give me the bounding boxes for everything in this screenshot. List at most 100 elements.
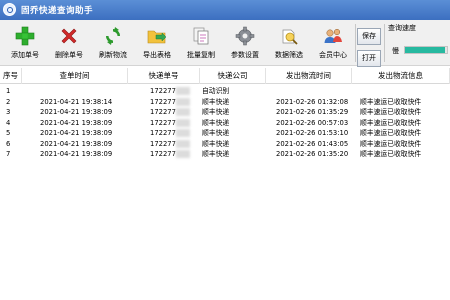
redacted-tracking-blur (176, 118, 190, 127)
cell-ship-time: 2021-02-26 01:32:08 (276, 97, 349, 106)
filter-icon (282, 29, 298, 45)
cell-courier: 顺丰快递 (202, 150, 230, 158)
cell-ship-info: 顺丰速运已收取快件 (360, 118, 422, 127)
col-header-query-time[interactable]: 查单时间 (22, 68, 128, 84)
delete-x-icon (61, 28, 77, 44)
cell-courier: 顺丰快递 (202, 129, 230, 137)
cell-courier: 顺丰快递 (202, 97, 230, 106)
cell-ship-time (276, 86, 352, 96)
copy-icon (193, 27, 209, 45)
cell-tracking-number: 172277 (150, 87, 176, 95)
cell-query-time: 2021-04-21 19:38:14 (40, 97, 113, 106)
cell-no: 2 (6, 97, 11, 106)
cell-ship-info: 顺丰速运已收取快件 (360, 97, 422, 106)
open-button[interactable]: 打开 (357, 50, 381, 67)
export-table-label: 导出表格 (143, 51, 171, 59)
users-icon (324, 28, 342, 43)
cell-ship-time: 2021-02-26 00:57:03 (276, 118, 349, 127)
cell-query-time: 2021-04-21 19:38:09 (40, 129, 113, 137)
cell-ship-info: 顺丰速运已收取快件 (360, 139, 422, 148)
cell-no: 1 (6, 87, 11, 95)
cell-tracking-number: 172277 (150, 118, 176, 127)
table-row[interactable]: 6 2021-04-21 19:38:09 172277 顺丰快递 2021-02-26… (0, 139, 450, 149)
redacted-tracking-blur (176, 139, 190, 148)
app-search-icon (3, 3, 16, 16)
cell-courier: 自动识别 (202, 87, 230, 95)
gear-icon (235, 26, 255, 46)
member-center-button[interactable]: 会员中心 (310, 22, 354, 64)
table-header: 序号 查单时间 快递单号 快递公司 发出物流时间 发出物流信息 (0, 68, 450, 84)
redacted-tracking-blur (176, 87, 190, 95)
save-button[interactable]: 保存 (357, 28, 381, 45)
speed-slow-label: 慢 (392, 47, 399, 55)
title-bar: 固乔快递查询助手 (0, 0, 450, 20)
redacted-tracking-blur (176, 150, 190, 158)
toolbar-separator (355, 24, 356, 62)
cell-tracking-number: 172277 (150, 150, 176, 158)
delete-tracking-label: 删除单号 (55, 51, 83, 59)
add-tracking-label: 添加单号 (11, 51, 39, 59)
export-table-button[interactable]: 导出表格 (134, 22, 178, 64)
cell-tracking-number: 172277 (150, 139, 176, 148)
cell-ship-info (360, 86, 450, 96)
table-row[interactable]: 1 172277 自动识别 (0, 86, 450, 96)
cell-ship-time: 2021-02-26 01:35:20 (276, 150, 349, 158)
delete-tracking-button[interactable]: 删除单号 (46, 22, 90, 64)
cell-query-time: 2021-04-21 19:38:09 (40, 118, 113, 127)
cell-courier: 顺丰快递 (202, 118, 230, 127)
cell-no: 7 (6, 150, 11, 158)
add-tracking-button[interactable]: 添加单号 (2, 22, 46, 64)
cell-no: 5 (6, 129, 11, 137)
redacted-tracking-blur (176, 97, 190, 106)
cell-tracking-number: 172277 (150, 108, 176, 116)
redacted-tracking-blur (176, 108, 190, 116)
window-title: 固乔快递查询助手 (21, 6, 94, 16)
col-header-ship-info[interactable]: 发出物流信息 (352, 68, 450, 84)
redacted-tracking-blur (176, 129, 190, 137)
table-row[interactable]: 5 2021-04-21 19:38:09 172277 顺丰快递 2021-02-26… (0, 128, 450, 138)
refresh-icon (106, 27, 120, 45)
table-row[interactable]: 4 2021-04-21 19:38:09 172277 顺丰快递 2021-02-26… (0, 118, 450, 128)
data-filter-button[interactable]: 数据筛选 (266, 22, 310, 64)
cell-query-time: 2021-04-21 19:38:09 (40, 108, 113, 116)
batch-copy-button[interactable]: 批量复制 (178, 22, 222, 64)
data-filter-label: 数据筛选 (275, 51, 303, 59)
query-speed-slider[interactable] (404, 46, 448, 54)
batch-copy-label: 批量复制 (187, 51, 215, 59)
cell-tracking-number: 172277 (150, 129, 176, 137)
cell-query-time: 2021-04-21 19:38:09 (40, 139, 113, 148)
cell-ship-info: 顺丰速运已收取快件 (360, 150, 422, 158)
member-center-label: 会员中心 (319, 51, 347, 59)
toolbar-separator (384, 24, 385, 62)
table-row[interactable]: 2 2021-04-21 19:38:14 172277 顺丰快递 2021-02-26… (0, 97, 450, 107)
cell-no: 4 (6, 118, 11, 127)
cell-ship-time: 2021-02-26 01:43:05 (276, 139, 349, 148)
cell-no: 6 (6, 139, 11, 148)
results-table: 序号 查单时间 快递单号 快递公司 发出物流时间 发出物流信息 1 172277 自… (0, 68, 450, 300)
settings-label: 参数设置 (231, 51, 259, 59)
col-header-tracking-number[interactable]: 快递单号 (128, 68, 200, 84)
settings-button[interactable]: 参数设置 (222, 22, 266, 64)
cell-ship-info: 顺丰速运已收取快件 (360, 108, 422, 116)
refresh-logistics-button[interactable]: 刷新物流 (90, 22, 134, 64)
col-header-ship-time[interactable]: 发出物流时间 (266, 68, 352, 84)
cell-ship-time: 2021-02-26 01:53:10 (276, 129, 349, 137)
cell-courier: 顺丰快递 (202, 108, 230, 116)
toolbar: 添加单号 删除单号 刷新物流 导出表格 批量复制 参数设置 数据筛选 会员中心 … (0, 20, 450, 67)
query-speed-fill (405, 47, 445, 53)
cell-query-time: 2021-04-21 19:38:09 (40, 150, 113, 158)
cell-ship-info: 顺丰速运已收取快件 (360, 129, 422, 137)
plus-icon (15, 26, 35, 46)
col-header-courier[interactable]: 快递公司 (200, 68, 266, 84)
folder-export-icon (147, 30, 167, 44)
col-header-no[interactable]: 序号 (0, 68, 22, 84)
cell-courier: 顺丰快递 (202, 139, 230, 148)
cell-ship-time: 2021-02-26 01:35:29 (276, 108, 349, 116)
cell-tracking-number: 172277 (150, 97, 176, 106)
query-speed-label: 查询速度 (388, 24, 416, 32)
cell-no: 3 (6, 108, 11, 116)
cell-query-time (40, 86, 128, 96)
refresh-logistics-label: 刷新物流 (99, 51, 127, 59)
table-row[interactable]: 7 2021-04-21 19:38:09 172277 顺丰快递 2021-02-26… (0, 149, 450, 159)
table-row[interactable]: 3 2021-04-21 19:38:09 172277 顺丰快递 2021-02-26… (0, 107, 450, 117)
